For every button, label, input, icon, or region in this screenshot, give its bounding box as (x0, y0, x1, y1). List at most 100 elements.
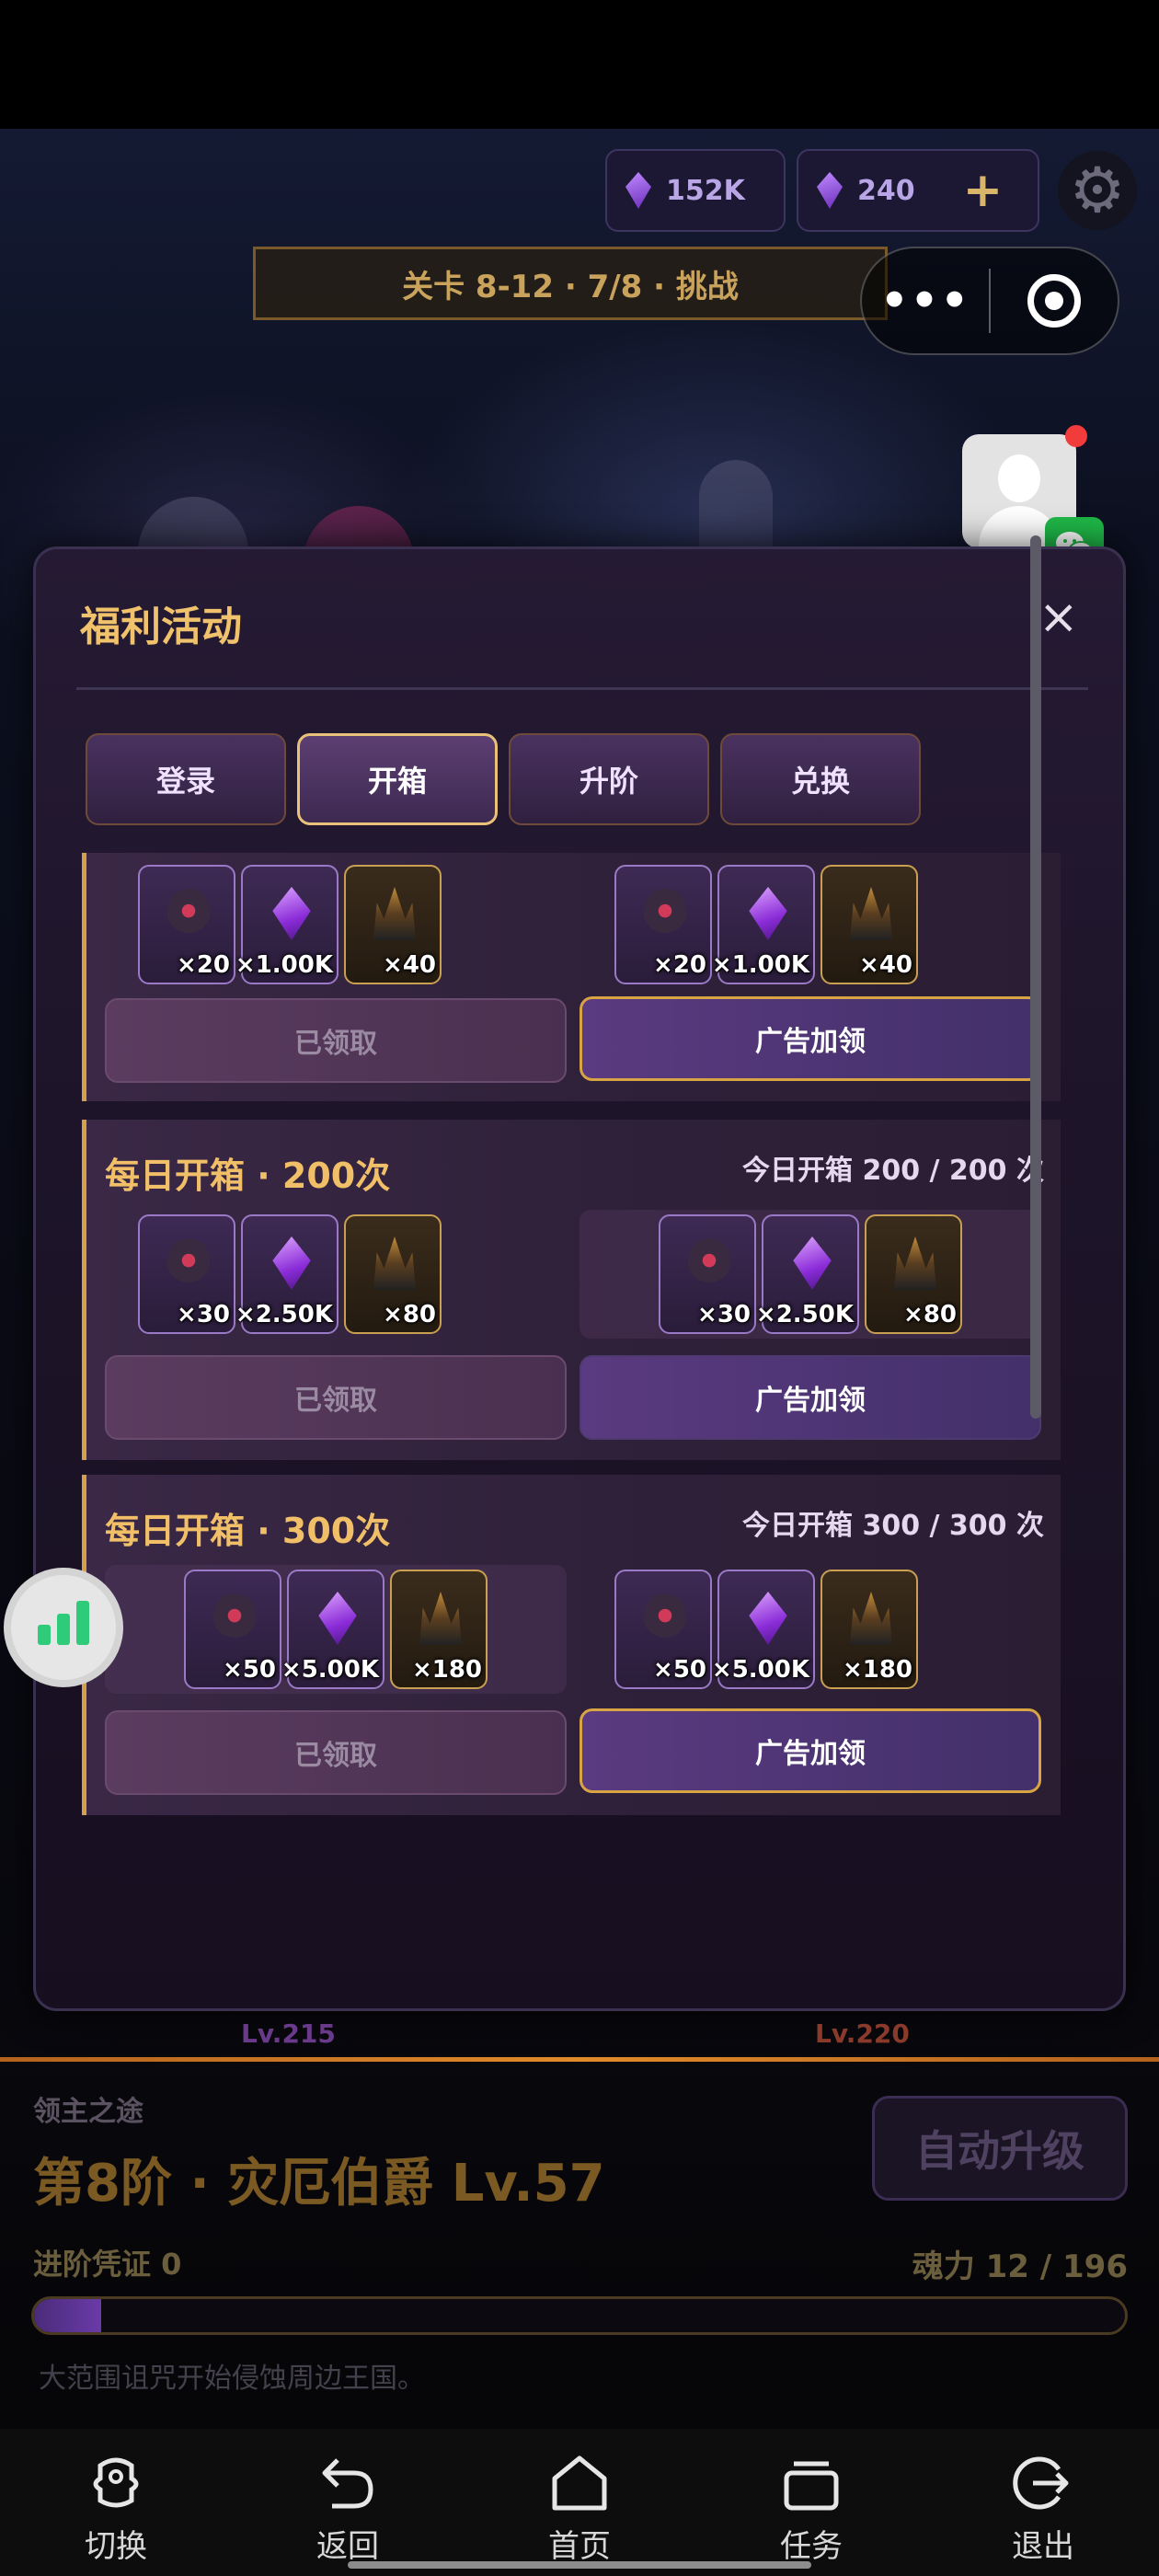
reward-item[interactable]: ×80 (344, 1214, 442, 1334)
stage-banner[interactable]: 关卡 8-12 · 7/8 · 挑战 (253, 247, 888, 320)
reward-item[interactable]: ×2.50K (235, 1214, 339, 1334)
pet-icon (167, 887, 210, 940)
level-tag: Lv.220 (815, 2018, 910, 2049)
tab-bar: 登录 开箱 升阶 兑换 (86, 733, 921, 825)
tab-exchange[interactable]: 兑换 (720, 733, 921, 825)
list-scrollbar[interactable] (1030, 535, 1041, 1419)
pet-icon (644, 1592, 686, 1645)
reward-item[interactable]: ×1.00K (235, 865, 339, 984)
card-progress: 今日开箱 200 / 200 次 (742, 1155, 1044, 1187)
switch-icon (93, 2457, 139, 2508)
resource-crystal-pill[interactable]: 240 + (797, 149, 1039, 232)
reward-item[interactable]: ×180 (820, 1570, 918, 1689)
item-qty: ×1.00K (711, 951, 809, 979)
close-miniprogram-button[interactable] (991, 274, 1118, 328)
claimed-button[interactable]: 已领取 (105, 1355, 567, 1440)
crystal-icon (749, 1592, 787, 1645)
stage-label: 关卡 8-12 · 7/8 · 挑战 (402, 268, 739, 305)
reward-item[interactable]: ×180 (390, 1570, 488, 1689)
stats-bars-icon (38, 1625, 51, 1645)
soul-label: 魂力 12 / 196 (912, 2248, 1128, 2285)
nav-exit-label: 退出 (1012, 2528, 1074, 2565)
card-title: 每日开箱 · 200次 (105, 1156, 391, 1196)
nav-home[interactable]: 首页 (464, 2429, 695, 2576)
claimed-button[interactable]: 已领取 (105, 1710, 567, 1795)
card-title: 每日开箱 · 300次 (105, 1511, 391, 1551)
crystal-icon (817, 172, 843, 209)
reward-item[interactable]: ×30 (138, 1214, 235, 1334)
item-qty: ×2.50K (755, 1301, 854, 1328)
more-dots-icon[interactable]: ••• (862, 275, 989, 327)
settings-button[interactable]: ⚙ (1058, 151, 1137, 230)
item-qty: ×20 (653, 951, 706, 979)
reward-item[interactable]: ×20 (138, 865, 235, 984)
rank-title: 第8阶 · 灾厄伯爵 Lv.57 (33, 2154, 605, 2214)
exit-icon (1013, 2456, 1069, 2510)
modal-title: 福利活动 (80, 604, 242, 650)
reward-item[interactable]: ×5.00K (712, 1570, 815, 1689)
stats-bars-icon (57, 1614, 70, 1645)
crown-icon (373, 1236, 416, 1290)
item-qty: ×2.50K (235, 1301, 333, 1328)
title-divider (76, 687, 1088, 690)
resource-soul-value: 152K (666, 174, 745, 207)
reward-item[interactable]: ×20 (614, 865, 712, 984)
reward-item[interactable]: ×40 (344, 865, 442, 984)
pet-icon (213, 1592, 256, 1645)
level-tag: Lv.215 (241, 2018, 336, 2049)
reward-item[interactable]: ×50 (614, 1570, 712, 1689)
tab-login[interactable]: 登录 (86, 733, 286, 825)
target-icon (1027, 274, 1081, 328)
claimed-button[interactable]: 已领取 (105, 998, 567, 1083)
nav-switch[interactable]: 切换 (0, 2429, 232, 2576)
home-indicator[interactable] (348, 2561, 811, 2569)
ad-reward-row: ×20 ×1.00K ×40 (609, 860, 924, 989)
story-text: 大范围诅咒开始侵蚀周边王国。 (39, 2363, 425, 2395)
ad-claim-button[interactable]: 广告加领 (580, 996, 1041, 1081)
item-qty: ×50 (223, 1656, 276, 1684)
nav-exit[interactable]: 退出 (927, 2429, 1159, 2576)
free-reward-row: ×50 ×5.00K ×180 (105, 1565, 567, 1694)
voucher-label: 进阶凭证 0 (33, 2247, 182, 2282)
nav-switch-label: 切换 (85, 2528, 147, 2565)
card-progress: 今日开箱 300 / 300 次 (742, 1510, 1044, 1542)
ad-claim-button[interactable]: 广告加领 (580, 1355, 1041, 1440)
gem-icon (625, 172, 651, 209)
reward-item[interactable]: ×5.00K (281, 1570, 384, 1689)
stats-float-button[interactable] (4, 1568, 123, 1687)
stats-bars-icon (76, 1601, 89, 1645)
tab-open-box[interactable]: 开箱 (297, 733, 498, 825)
crystal-icon (318, 1592, 357, 1645)
reward-item[interactable]: ×40 (820, 865, 918, 984)
home-icon (552, 2455, 607, 2511)
reward-item[interactable]: ×1.00K (712, 865, 815, 984)
reward-item[interactable]: ×80 (865, 1214, 962, 1334)
crystal-icon (793, 1236, 832, 1290)
reward-item[interactable]: ×50 (184, 1570, 281, 1689)
nav-back[interactable]: 返回 (232, 2429, 464, 2576)
free-reward-row: ×30 ×2.50K ×80 (132, 1210, 447, 1339)
notification-dot (1065, 425, 1087, 447)
pet-icon (688, 1236, 730, 1290)
reward-list[interactable]: ×20 ×1.00K ×40 ×20 ×1.00K ×40 已领取 广告加领 每… (82, 853, 1094, 1994)
reward-item[interactable]: ×30 (659, 1214, 756, 1334)
add-crystal-button[interactable]: + (963, 163, 1004, 218)
pet-icon (167, 1236, 210, 1290)
crown-icon (850, 1592, 892, 1645)
reward-card: 每日开箱 · 200次 今日开箱 200 / 200 次 ×30 ×2.50K … (82, 1120, 1061, 1460)
close-icon[interactable]: × (1039, 590, 1079, 645)
reward-item[interactable]: ×2.50K (756, 1214, 859, 1334)
welfare-modal: 福利活动 × 登录 开箱 升阶 兑换 ×20 ×1.00K ×40 ×20 ×1… (33, 546, 1126, 2011)
item-qty: ×1.00K (235, 951, 333, 979)
item-qty: ×40 (859, 951, 912, 979)
section-label: 领主之途 (33, 2096, 143, 2128)
miniprogram-capsule: ••• (860, 247, 1119, 355)
item-qty: ×80 (903, 1301, 957, 1328)
soul-progress-bar (31, 2296, 1128, 2335)
tab-advance[interactable]: 升阶 (509, 733, 709, 825)
nav-tasks[interactable]: 任务 (695, 2429, 927, 2576)
resource-soul-pill[interactable]: 152K (605, 149, 786, 232)
auto-upgrade-button[interactable]: 自动升级 (872, 2096, 1128, 2201)
panel-divider (0, 2057, 1159, 2062)
ad-claim-button[interactable]: 广告加领 (580, 1708, 1041, 1793)
